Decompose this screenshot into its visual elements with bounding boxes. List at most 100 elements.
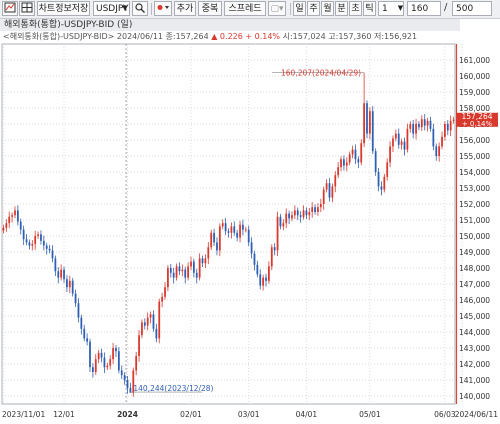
candle-body xyxy=(242,224,244,230)
candle-body xyxy=(426,120,429,126)
candle-body xyxy=(161,296,164,302)
y-tick-label: 141,000 xyxy=(459,376,490,385)
price-change: ▲ 0.226 + 0.14% xyxy=(211,32,281,41)
indicator-button[interactable] xyxy=(154,1,172,16)
period-tick-button[interactable]: 틱 xyxy=(363,1,376,16)
y-tick-label: 140,000 xyxy=(459,392,490,401)
candle-body xyxy=(31,244,34,246)
candle-body xyxy=(423,119,426,126)
y-tick-label: 145,000 xyxy=(459,312,490,321)
candle-body xyxy=(389,146,391,163)
x-tick-label: 05/01 xyxy=(359,410,381,419)
candle-body xyxy=(322,189,325,204)
period-second-button[interactable]: 초 xyxy=(349,1,362,16)
x-tick-label: 03/01 xyxy=(238,410,260,419)
period-minute-button[interactable]: 분 xyxy=(335,1,348,16)
candle-body xyxy=(256,264,259,275)
spread-button[interactable]: 스프레드 xyxy=(224,1,266,16)
candle-body xyxy=(386,162,389,177)
candle-body xyxy=(449,120,452,131)
chevron-down-icon[interactable]: ▼ xyxy=(120,1,130,16)
x-tick-label: 2024/06/11 xyxy=(455,410,498,419)
divider xyxy=(290,3,291,15)
last-price-label: 157,264 xyxy=(461,112,492,121)
candle-body xyxy=(270,247,273,267)
y-tick-label: 152,000 xyxy=(459,200,490,209)
candle-body xyxy=(328,183,331,198)
candle-body xyxy=(265,277,267,281)
chart-icon-button[interactable] xyxy=(2,1,18,16)
candle-body xyxy=(224,223,227,232)
candle-body xyxy=(239,224,241,238)
candle-body xyxy=(276,216,279,251)
y-tick-label: 148,000 xyxy=(459,264,490,273)
candlestick-chart[interactable]: 160,207(2024/04/29) 140,244(2023/12/28) 1… xyxy=(0,0,500,424)
candle-body xyxy=(418,124,420,128)
candle-body xyxy=(2,228,5,231)
candle-body xyxy=(343,159,345,166)
candle-body xyxy=(253,253,256,265)
candle-body xyxy=(432,128,435,147)
plot-frame xyxy=(1,43,456,405)
toolbar: 차트정보저장 USDJPY ▼ 추가 중복 스프레드 ▢▾ 일 주 월 분 초 … xyxy=(0,0,500,19)
candle-body xyxy=(207,247,210,259)
candle-body xyxy=(305,210,308,216)
candle-body xyxy=(317,207,319,212)
candle-body xyxy=(311,207,314,212)
y-tick-label: 158,000 xyxy=(459,104,490,113)
candle-body xyxy=(273,247,276,251)
candle-body xyxy=(400,141,403,145)
disabled-dropdown[interactable]: ▢▾ xyxy=(268,1,286,16)
candle-body xyxy=(22,229,25,240)
period-month-button[interactable]: 월 xyxy=(321,1,334,16)
candle-body xyxy=(123,375,126,380)
period-day-button[interactable]: 일 xyxy=(293,1,306,16)
candle-body xyxy=(357,159,360,163)
candle-body xyxy=(210,232,213,248)
candle-body xyxy=(40,234,42,241)
candle-body xyxy=(397,133,400,145)
candle-body xyxy=(377,172,380,187)
search-button[interactable] xyxy=(132,1,148,16)
grid-icon-button[interactable] xyxy=(19,1,35,16)
candle-body xyxy=(268,266,270,281)
candle-body xyxy=(143,322,146,326)
candle-body xyxy=(37,234,39,236)
y-tick-label: 150,000 xyxy=(459,232,490,241)
candle-body xyxy=(152,314,155,329)
period-week-button[interactable]: 주 xyxy=(307,1,320,16)
candle-body xyxy=(120,370,123,376)
y-tick-label: 161,000 xyxy=(459,56,490,65)
candles xyxy=(2,72,455,397)
x-tick-label: 2024 xyxy=(117,410,138,419)
candle-body xyxy=(5,223,8,228)
candle-body xyxy=(60,269,63,278)
candle-body xyxy=(184,269,187,278)
count-input[interactable]: 160 xyxy=(407,1,441,16)
add-button[interactable]: 추가 xyxy=(174,1,196,16)
candle-body xyxy=(415,124,417,134)
overlap-button[interactable]: 중복 xyxy=(198,1,222,16)
chart-title: 해외통화(통합)-USDJPY-BID (일) xyxy=(0,19,460,31)
candle-body xyxy=(213,232,215,243)
candle-body xyxy=(296,210,299,216)
candle-body xyxy=(190,261,192,267)
candle-body xyxy=(109,359,112,366)
candle-body xyxy=(167,268,169,288)
candle-body xyxy=(195,272,198,278)
y-tick-label: 157,000 xyxy=(459,120,490,129)
candle-body xyxy=(91,367,94,372)
candle-body xyxy=(233,226,236,233)
candle-body xyxy=(420,119,423,128)
candle-body xyxy=(299,215,302,217)
candle-body xyxy=(192,261,195,273)
x-tick-label: 12/01 xyxy=(53,410,75,419)
candle-body xyxy=(115,348,117,352)
candle-body xyxy=(383,176,386,190)
chevron-down-icon[interactable]: ▼ xyxy=(396,1,405,16)
last-price-tag xyxy=(456,112,498,127)
candle-body xyxy=(291,215,293,219)
save-chart-info-button[interactable]: 차트정보저장 xyxy=(37,1,90,16)
candle-body xyxy=(230,226,233,233)
x-tick-label: 04/01 xyxy=(296,410,318,419)
